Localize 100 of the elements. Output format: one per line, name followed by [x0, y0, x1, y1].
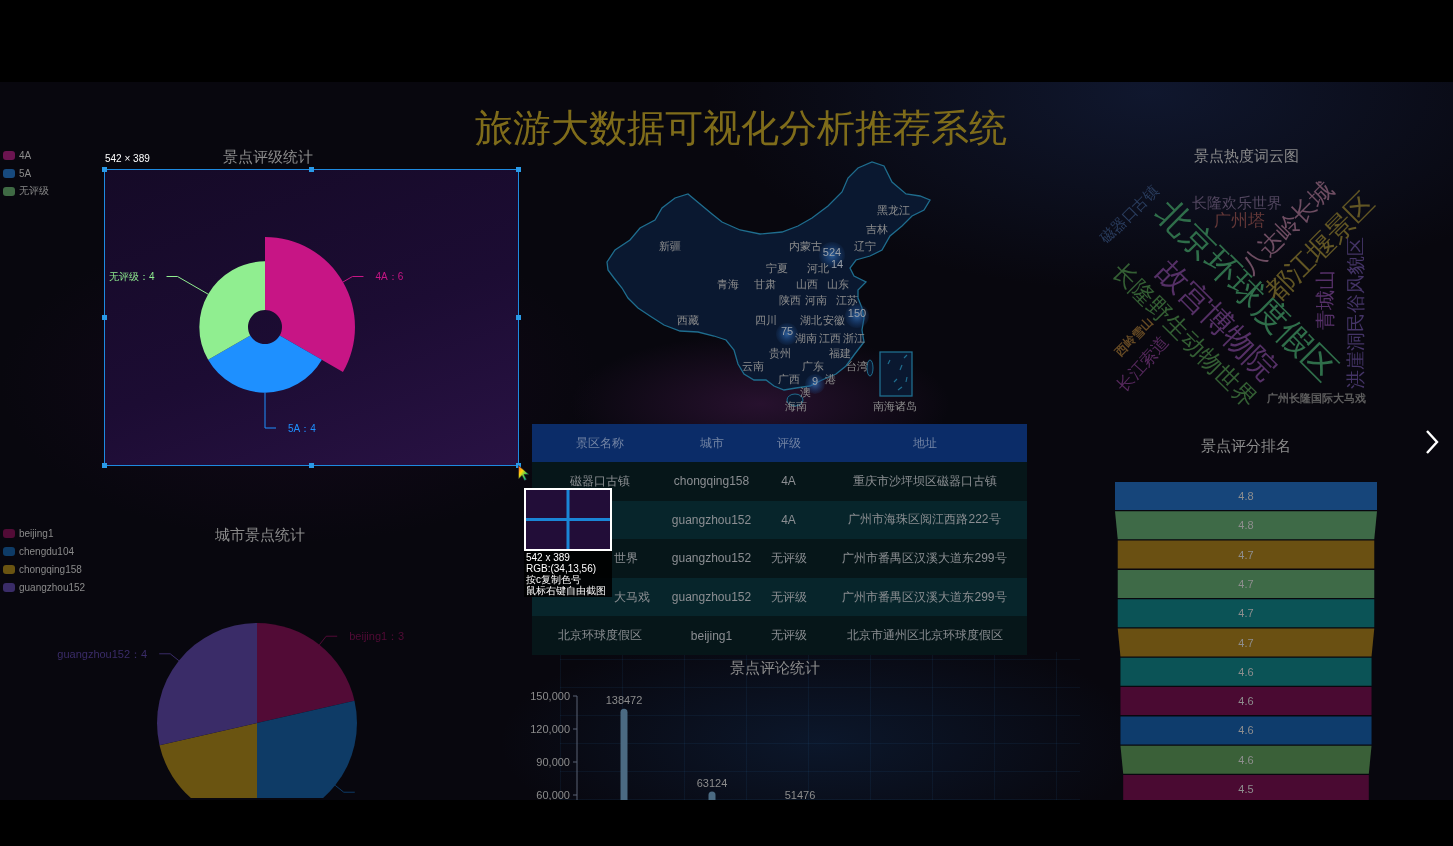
score-label: 4.8 — [1238, 519, 1254, 532]
column-header: 城市 — [668, 424, 755, 462]
region-label: 广西 — [778, 373, 800, 385]
table-cell: 无评级 — [755, 616, 822, 655]
table-cell: 无评级 — [755, 539, 822, 578]
region-label: 内蒙古 — [788, 240, 822, 252]
chart-title: 城市景点统计 — [215, 525, 305, 544]
legend-item[interactable]: chengdu104 — [3, 542, 86, 560]
region-label: 福建 — [829, 347, 851, 359]
dashboard-title: 旅游大数据可视化分析推荐系统 — [475, 106, 1007, 150]
bar-value-label: 51476 — [784, 789, 816, 800]
column-header: 地址 — [822, 424, 1027, 462]
legend-item[interactable]: 4A — [3, 146, 49, 164]
chart-title: 景点评级统计 — [223, 147, 313, 166]
legend-item[interactable]: guangzhou152 — [3, 578, 86, 596]
region-label: 西藏 — [677, 314, 699, 326]
region-label: 青海 — [717, 278, 739, 290]
score-label: 4.6 — [1238, 724, 1254, 737]
legend-item[interactable]: beijing1 — [3, 524, 86, 542]
table-cell: 无评级 — [755, 577, 822, 617]
score-label: 4.7 — [1238, 607, 1254, 620]
leader-line — [158, 653, 180, 662]
region-label: 江西 — [819, 332, 841, 344]
cloud-word: 青城山 — [1314, 270, 1336, 330]
bar-value-label: 63124 — [696, 776, 728, 789]
column-header: 评级 — [755, 424, 822, 462]
table-cell: chongqing158 — [668, 462, 755, 501]
legend-item[interactable]: 无评级 — [3, 182, 49, 200]
score-label: 4.7 — [1238, 548, 1254, 561]
region-label: 海南 — [785, 400, 807, 412]
leader-line — [166, 276, 209, 295]
score-label: 4.6 — [1238, 753, 1254, 766]
island-inset-drawing — [879, 351, 913, 397]
region-label: 甘肃 — [754, 278, 776, 290]
resize-handle[interactable] — [516, 167, 521, 172]
legend-swatch-icon — [3, 564, 15, 574]
table-cell: 北京市通州区北京环球度假区 — [822, 616, 1027, 655]
table-cell: guangzhou152 — [668, 500, 755, 540]
legend-swatch-icon — [3, 546, 15, 556]
resize-handle[interactable] — [308, 463, 314, 468]
region-label: 澳 — [799, 386, 811, 398]
region-label: 辽宁 — [854, 240, 876, 252]
bar — [708, 791, 716, 800]
region-label: 南海诸岛 — [873, 400, 917, 412]
legend-item[interactable]: 5A — [3, 164, 49, 182]
resize-handle[interactable] — [516, 314, 521, 320]
region-label: 云南 — [742, 360, 764, 372]
leader-line — [264, 392, 277, 429]
region-label: 港 — [824, 373, 836, 385]
legend-swatch-icon — [3, 528, 15, 538]
table-cell: 北京环球度假区 — [532, 616, 668, 655]
region-label: 安徽 — [823, 314, 845, 326]
legend-item[interactable]: chongqing158 — [3, 560, 86, 578]
chevron-right-icon — [1425, 429, 1439, 455]
region-label: 黑龙江 — [876, 204, 910, 216]
axis-tick-label: 60,000 — [536, 788, 570, 800]
leader-line — [342, 276, 364, 283]
score-label: 4.6 — [1238, 665, 1254, 678]
axis-tick-label: 90,000 — [536, 755, 570, 768]
region-label: 广东 — [802, 360, 824, 372]
score-label: 4.5 — [1238, 783, 1254, 795]
chart-title: 景点热度词云图 — [1193, 146, 1299, 165]
axis-tick-label: 120,000 — [530, 722, 570, 735]
glow-dot-icon — [845, 304, 869, 328]
region-label: 陕西 — [779, 294, 801, 306]
region-label: 新疆 — [659, 240, 681, 252]
leader-line — [334, 784, 356, 793]
resize-handle[interactable] — [102, 167, 107, 172]
region-label: 河北 — [807, 262, 829, 274]
region-label: 宁夏 — [766, 262, 788, 274]
bar-value-label: 138472 — [605, 693, 643, 706]
table-cell: guangzhou152 — [668, 577, 755, 617]
region-label: 贵州 — [769, 347, 791, 359]
slice-label: guangzhou152：4 — [57, 647, 148, 660]
table-cell: 广州市番禺区汉溪大道东299号 — [822, 577, 1027, 617]
score-label: 4.7 — [1238, 577, 1254, 590]
region-label: 山西 — [796, 278, 818, 290]
resize-handle[interactable] — [102, 314, 107, 320]
slice-label: 无评级：4 — [108, 271, 155, 282]
table-cell: beijing1 — [668, 616, 755, 655]
slice-label: beijing1：3 — [349, 630, 405, 643]
axis-tick-label: 150,000 — [530, 689, 570, 702]
region-label: 江苏 — [836, 294, 858, 306]
selection-frame[interactable] — [104, 169, 519, 466]
table-cell: 广州市海珠区阅江西路222号 — [822, 500, 1027, 540]
cursor-icon — [518, 465, 530, 481]
score-label: 4.8 — [1238, 490, 1254, 502]
slice-label: 4A：6 — [375, 271, 404, 282]
table-cell: 4A — [755, 500, 822, 540]
region-label: 浙江 — [843, 332, 865, 344]
marker-value: 150 — [847, 307, 867, 319]
marker-value: 524 — [822, 246, 842, 258]
resize-handle[interactable] — [102, 463, 107, 468]
region-label: 吉林 — [866, 223, 888, 235]
resize-handle[interactable] — [308, 167, 314, 172]
marker-value: 9 — [811, 375, 819, 387]
region-label: 湖南 — [795, 332, 817, 344]
marker-value: 14 — [830, 258, 844, 270]
region-label: 四川 — [755, 314, 777, 326]
score-label: 4.7 — [1238, 636, 1254, 649]
